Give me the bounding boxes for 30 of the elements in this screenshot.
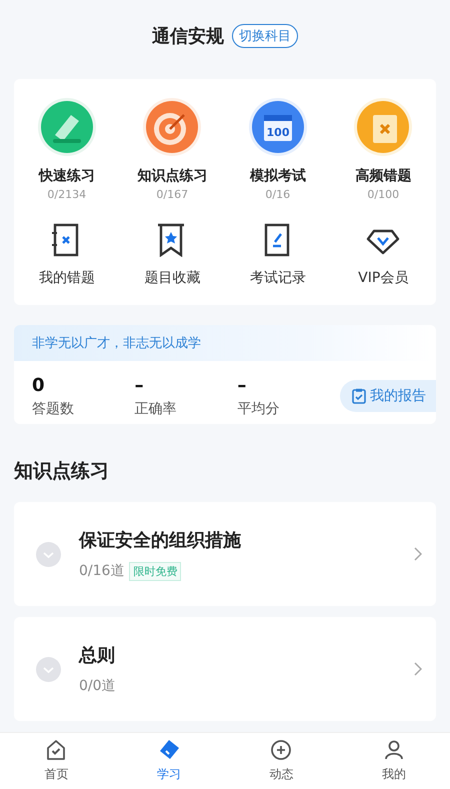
section-title: 知识点练习: [14, 459, 110, 484]
switch-subject-button[interactable]: 切换科目: [232, 24, 298, 48]
stat-value: –: [237, 374, 248, 396]
topic-title: 总则: [79, 644, 116, 667]
tool-label[interactable]: 题目收藏: [144, 268, 200, 287]
feature-count: 0/167: [156, 188, 188, 201]
tool-label[interactable]: 我的错题: [38, 268, 95, 287]
stat-label: 正确率: [134, 400, 178, 418]
topic-title: 保证安全的组织措施: [79, 528, 242, 552]
free-tag: 限时免费: [129, 562, 182, 580]
page-title: 通信安规: [152, 24, 224, 48]
nav-tab[interactable]: 学习: [112, 733, 225, 789]
nav-tab[interactable]: 我的: [338, 733, 450, 789]
nav-tab[interactable]: 动态: [225, 733, 338, 789]
feature-label[interactable]: 高频错题: [355, 166, 412, 185]
tool-label[interactable]: VIP会员: [358, 268, 408, 287]
feature-label[interactable]: 模拟考试: [250, 166, 306, 185]
stat-value: 0: [32, 374, 46, 396]
stat-label: 答题数: [32, 400, 75, 418]
feature-count: 0/100: [367, 188, 400, 201]
report-button[interactable]: 我的报告: [340, 380, 436, 412]
feature-label[interactable]: 快速练习: [38, 166, 95, 185]
feature-count: 0/16: [265, 188, 290, 201]
nav-tab[interactable]: 首页: [0, 733, 112, 789]
feature-count: 0/2134: [47, 188, 86, 201]
feature-label[interactable]: 知识点练习: [137, 166, 208, 185]
calendar-icon[interactable]: 100: [248, 96, 308, 157]
tool-label[interactable]: 考试记录: [250, 268, 306, 287]
stat-value: –: [134, 374, 145, 396]
stat-label: 平均分: [237, 400, 280, 418]
